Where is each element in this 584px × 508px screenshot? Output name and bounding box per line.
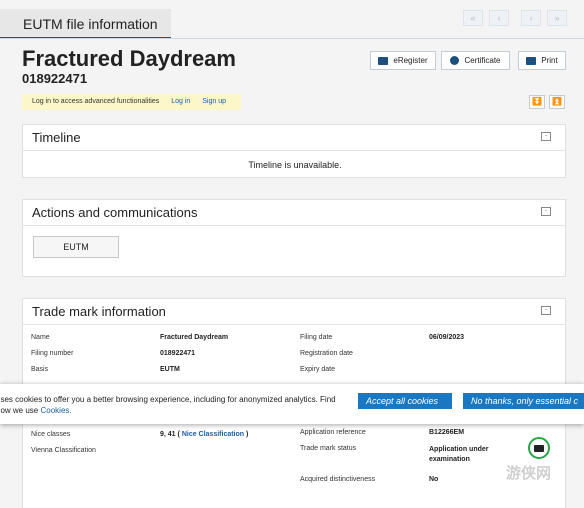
basis-value: EUTM: [160, 366, 180, 373]
prev-record-button[interactable]: ‹: [489, 10, 509, 26]
expiry-date-label: Expiry date: [300, 366, 336, 373]
timeline-header[interactable]: Timeline -: [23, 125, 565, 151]
application-reference-value: B12266EM: [429, 429, 465, 436]
filing-date-label: Filing date: [300, 334, 333, 341]
filing-number-label: Filing number: [31, 350, 74, 357]
basis-label: Basis: [31, 366, 49, 373]
cookies-link[interactable]: Cookies.: [40, 406, 71, 415]
cookie-text: uses cookies to offer you a better brows…: [0, 394, 336, 416]
signup-link[interactable]: Sign up: [202, 98, 226, 105]
collapse-all-button[interactable]: ⏬: [529, 95, 545, 109]
collapse-actions-button[interactable]: -: [541, 207, 551, 216]
file-number: 018922471: [22, 71, 88, 86]
name-label: Name: [31, 334, 50, 341]
cookie-banner: uses cookies to offer you a better brows…: [0, 384, 584, 424]
registration-date-label: Registration date: [300, 350, 353, 357]
eregister-button[interactable]: eRegister: [370, 51, 436, 70]
acquired-distinctiveness-value: No: [429, 476, 439, 483]
tab-divider: [0, 38, 584, 39]
nice-classes-value: 9, 41 ( Nice Classification ): [160, 431, 249, 438]
cookie-text-line2: how we use Cookies.: [0, 405, 336, 416]
acquired-distinctiveness-label: Acquired distinctiveness: [300, 476, 376, 483]
application-reference-label: Application reference: [300, 429, 366, 436]
actions-panel: Actions and communications - EUTM: [22, 199, 566, 277]
watermark: 游侠网: [506, 465, 552, 482]
print-button[interactable]: Print: [518, 51, 566, 70]
login-link[interactable]: Log in: [171, 98, 190, 105]
certificate-label: Certificate: [464, 56, 501, 65]
certificate-icon: [450, 56, 460, 65]
trademark-status-label: Trade mark status: [300, 445, 357, 452]
nice-classes-label: Nice classes: [31, 431, 71, 438]
actions-header[interactable]: Actions and communications -: [23, 200, 565, 226]
certificate-button[interactable]: Certificate: [441, 51, 510, 70]
accept-all-cookies-button[interactable]: Accept all cookies: [358, 393, 452, 409]
print-label: Print: [541, 56, 558, 65]
tab-eutm-file-information[interactable]: EUTM file information: [0, 9, 171, 39]
trademark-status-value: Application under examination: [429, 446, 489, 463]
print-icon: [526, 56, 537, 65]
actions-title: Actions and communications: [32, 205, 198, 220]
nice-classes-numbers: 9, 41: [160, 431, 176, 438]
collapse-trademark-button[interactable]: -: [541, 306, 551, 315]
next-record-button[interactable]: ›: [521, 10, 541, 26]
folder-icon: [378, 56, 389, 65]
login-banner: Log in to access advanced functionalitie…: [22, 94, 241, 110]
first-record-button[interactable]: «: [463, 10, 483, 26]
eregister-label: eRegister: [393, 56, 428, 65]
nice-classification-link[interactable]: Nice Classification: [182, 431, 244, 438]
cookie-text-line2-prefix: how we use: [0, 406, 39, 415]
login-banner-text: Log in to access advanced functionalitie…: [32, 98, 160, 105]
cookie-text-line1: uses cookies to offer you a better brows…: [0, 395, 336, 404]
collapse-timeline-button[interactable]: -: [541, 132, 551, 141]
decline-cookies-button[interactable]: No thanks, only essential c: [463, 393, 584, 409]
trademark-title: Trade mark information: [32, 304, 166, 319]
filing-number-value: 018922471: [160, 350, 196, 357]
last-record-button[interactable]: »: [547, 10, 567, 26]
status-examination-icon: [528, 437, 550, 459]
filing-date-value: 06/09/2023: [429, 334, 465, 341]
page-title: Fractured Daydream: [22, 46, 236, 71]
name-value: Fractured Daydream: [160, 334, 229, 341]
timeline-panel: Timeline - Timeline is unavailable.: [22, 124, 566, 178]
timeline-title: Timeline: [32, 130, 81, 145]
eutm-button[interactable]: EUTM: [33, 236, 119, 258]
vienna-classification-label: Vienna Classification: [31, 447, 96, 454]
expand-all-button[interactable]: ⏫: [549, 95, 565, 109]
timeline-message: Timeline is unavailable.: [248, 160, 342, 170]
trademark-header[interactable]: Trade mark information -: [23, 299, 565, 325]
